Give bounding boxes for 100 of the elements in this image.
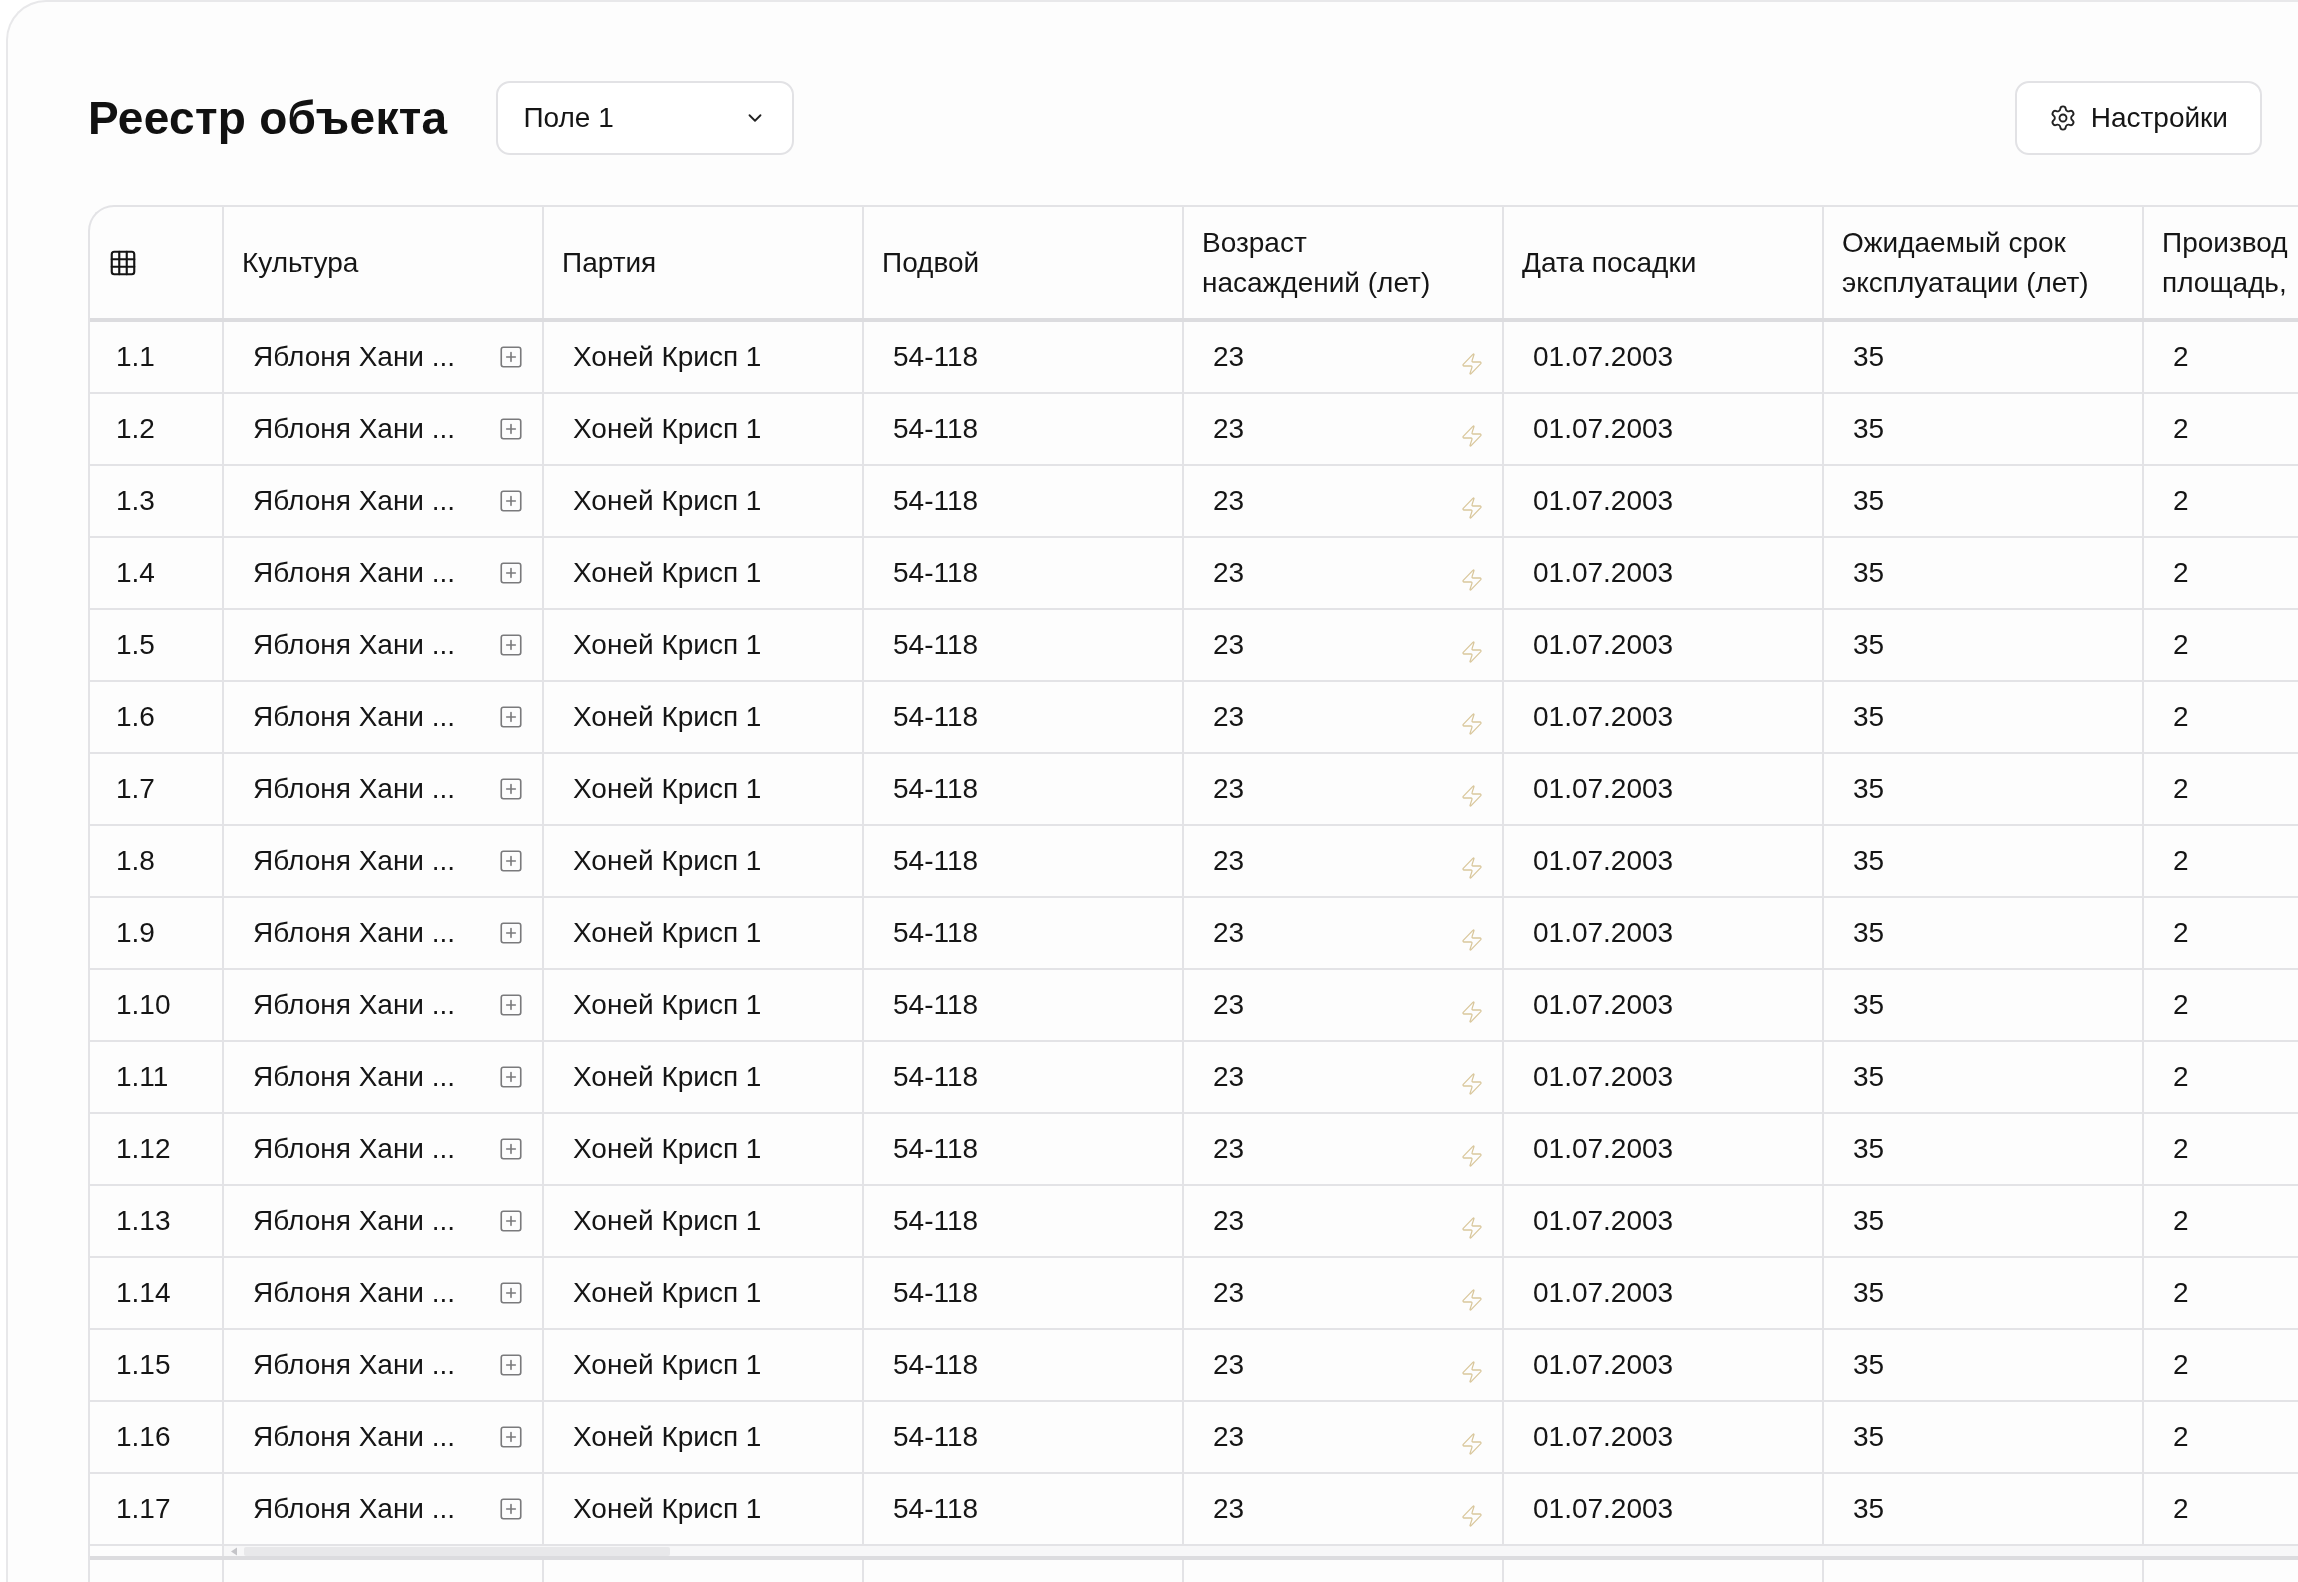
table-cell-text: 2: [2172, 340, 2190, 374]
cell-text: Яблоня Хани ...: [253, 773, 456, 805]
row-number: 1.16: [90, 1402, 224, 1472]
cell-text: 23: [1213, 629, 1245, 661]
cell-text: 23: [1213, 485, 1245, 517]
lightning-icon: [1460, 1216, 1484, 1240]
field-select[interactable]: Поле 1: [496, 81, 795, 155]
table-cell: Хоней Крисп 1: [544, 826, 864, 896]
table-cell: 35: [1824, 754, 2144, 824]
table-cell: 01.07.2003: [1504, 1258, 1824, 1328]
lightning-icon: [1460, 856, 1484, 880]
cell-text: Яблоня Хани ...: [253, 1205, 456, 1237]
table-cell: Хоней Крисп 1: [544, 1330, 864, 1400]
row-number: 1.6: [90, 682, 224, 752]
table-cell: 54-118: [864, 1258, 1184, 1328]
table-cell: 54-118: [864, 970, 1184, 1040]
plus-square-icon[interactable]: [498, 920, 524, 946]
plus-square-icon[interactable]: [498, 1064, 524, 1090]
cell-text: 23: [1213, 1421, 1245, 1453]
table-cell-text: 2: [2172, 1060, 2190, 1094]
plus-square-icon[interactable]: [498, 560, 524, 586]
cell-text: Яблоня Хани ...: [253, 1277, 456, 1309]
table-cell: 54-118: [864, 754, 1184, 824]
table-cell: 01.07.2003: [1504, 1186, 1824, 1256]
table-cell: 54-118: [864, 682, 1184, 752]
column-header: Партия: [544, 207, 864, 318]
table-cell: 54-118: [864, 1186, 1184, 1256]
table-cell: 54-118: [864, 1042, 1184, 1112]
table-cell-text: 2: [2172, 628, 2190, 662]
plus-square-icon[interactable]: [498, 1424, 524, 1450]
lightning-icon: [1460, 1504, 1484, 1528]
cell-text: Яблоня Хани ...: [253, 989, 456, 1021]
cell-text: Яблоня Хани ...: [253, 845, 456, 877]
cell-text: 23: [1213, 773, 1245, 805]
lightning-icon: [1460, 1432, 1484, 1456]
plus-square-icon[interactable]: [498, 1136, 524, 1162]
plus-square-icon[interactable]: [498, 344, 524, 370]
plus-square-icon[interactable]: [498, 1208, 524, 1234]
table-cell: 54-118: [864, 610, 1184, 680]
cell-text: 23: [1213, 1205, 1245, 1237]
cell-text: 23: [1213, 341, 1245, 373]
lightning-icon: [1460, 1288, 1484, 1312]
row-number: 1.3: [90, 466, 224, 536]
cell-text: Яблоня Хани ...: [253, 557, 456, 589]
cell-text: 23: [1213, 845, 1245, 877]
table-cell: 35: [1824, 394, 2144, 464]
plus-square-icon[interactable]: [498, 416, 524, 442]
table-cell: 35: [1824, 322, 2144, 392]
row-number: 1.13: [90, 1186, 224, 1256]
table-cell: 01.07.2003: [1504, 826, 1824, 896]
table-cell: Хоней Крисп 1: [544, 1402, 864, 1472]
table-cell: 35: [1824, 826, 2144, 896]
table-cell: 35: [1824, 1402, 2144, 1472]
cell-text: Яблоня Хани ...: [253, 1133, 456, 1165]
row-number: 1.8: [90, 826, 224, 896]
lightning-icon: [1460, 1144, 1484, 1168]
plus-square-icon[interactable]: [498, 632, 524, 658]
cell-text: 23: [1213, 917, 1245, 949]
table-cell: 35: [1824, 898, 2144, 968]
column-header: Подвой: [864, 207, 1184, 318]
lightning-icon: [1460, 712, 1484, 736]
table-cell-text: 2: [2172, 556, 2190, 590]
plus-square-icon[interactable]: [498, 704, 524, 730]
table-cell: 54-118: [864, 322, 1184, 392]
table-cell: Хоней Крисп 1: [544, 394, 864, 464]
table-cell: Хоней Крисп 1: [544, 610, 864, 680]
table-cell: 54-118: [864, 1402, 1184, 1472]
table-cell: 01.07.2003: [1504, 1330, 1824, 1400]
lightning-icon: [1460, 784, 1484, 808]
cell-text: 23: [1213, 1277, 1245, 1309]
row-number: 1.9: [90, 898, 224, 968]
scrollbar-thumb[interactable]: [244, 1546, 670, 1556]
row-number: 1.14: [90, 1258, 224, 1328]
plus-square-icon[interactable]: [498, 776, 524, 802]
cell-text: Яблоня Хани ...: [253, 413, 456, 445]
table-cell: 35: [1824, 682, 2144, 752]
plus-square-icon[interactable]: [498, 1352, 524, 1378]
plus-square-icon[interactable]: [498, 848, 524, 874]
table-cell: 01.07.2003: [1504, 898, 1824, 968]
table-cell: 01.07.2003: [1504, 1114, 1824, 1184]
lightning-icon: [1460, 640, 1484, 664]
settings-button[interactable]: Настройки: [2014, 81, 2262, 155]
table-cell: Хоней Крисп 1: [544, 1114, 864, 1184]
plus-square-icon[interactable]: [498, 1280, 524, 1306]
row-number: 1.15: [90, 1330, 224, 1400]
cell-text: 23: [1213, 1349, 1245, 1381]
table-cell-text: 2: [2172, 484, 2190, 518]
plus-square-icon[interactable]: [498, 488, 524, 514]
plus-square-icon[interactable]: [498, 992, 524, 1018]
table-cell: 01.07.2003: [1504, 466, 1824, 536]
lightning-icon: [1460, 352, 1484, 376]
cell-text: 23: [1213, 989, 1245, 1021]
column-header: Производ площадь,: [2161, 225, 2289, 300]
row-number: 1.1: [90, 322, 224, 392]
plus-square-icon[interactable]: [498, 1496, 524, 1522]
table-cell: 01.07.2003: [1504, 1402, 1824, 1472]
table-cell: 54-118: [864, 394, 1184, 464]
cell-text: Яблоня Хани ...: [253, 629, 456, 661]
cell-text: Яблоня Хани ...: [253, 1421, 456, 1453]
row-number: 1.10: [90, 970, 224, 1040]
